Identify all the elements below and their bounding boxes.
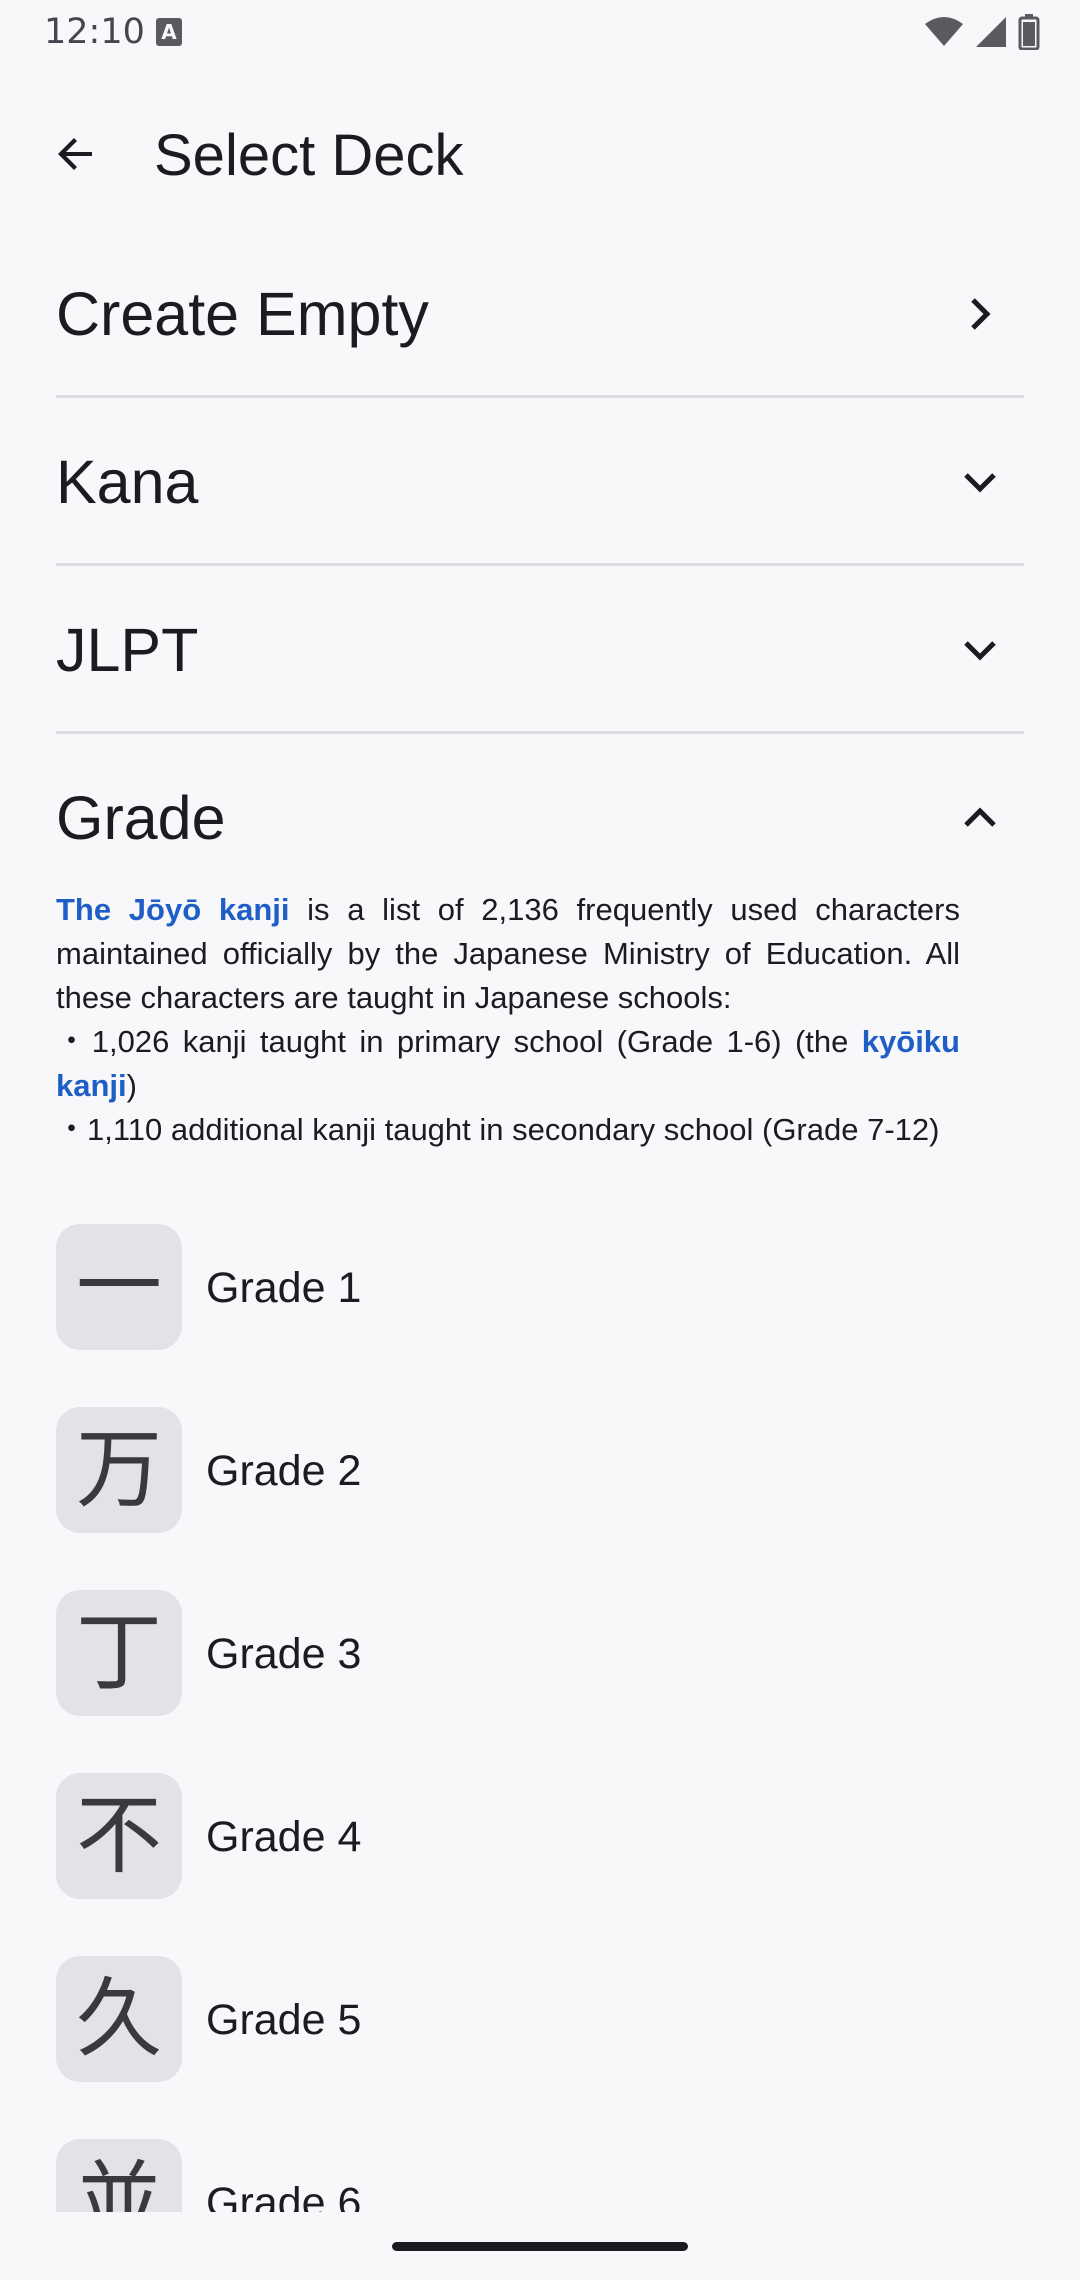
grade-label: Grade 4	[206, 1813, 362, 1861]
section-create-empty[interactable]: Create Empty	[56, 230, 1024, 398]
section-grade[interactable]: Grade	[56, 734, 1024, 884]
gesture-navigation-bar[interactable]	[392, 2242, 688, 2251]
arrow-left-icon	[52, 130, 100, 182]
section-header-create-empty[interactable]: Create Empty	[56, 230, 1024, 398]
grade-kanji-tile: 万	[56, 1407, 182, 1533]
battery-icon	[1018, 14, 1040, 50]
section-title: Create Empty	[56, 280, 429, 348]
chevron-up-icon	[956, 794, 1004, 842]
grade-label: Grade 5	[206, 1996, 362, 2044]
grade-kanji-tile: 久	[56, 1956, 182, 2082]
section-title: Grade	[56, 784, 226, 852]
grade-item-3[interactable]: 丁 Grade 3	[56, 1590, 1024, 1773]
grade-label: Grade 2	[206, 1447, 362, 1495]
section-jlpt[interactable]: JLPT	[56, 566, 1024, 734]
status-icons	[924, 14, 1040, 50]
grade-kanji-tile: 一	[56, 1224, 182, 1350]
chevron-down-icon	[956, 458, 1004, 506]
notification-a-icon: A	[156, 18, 182, 46]
grade-list: 一 Grade 1 万 Grade 2 丁 Grade 3 不 Grade 4 …	[56, 1224, 1024, 2212]
description-bullet-2: ・1,110 additional kanji taught in second…	[56, 1112, 940, 1147]
bullet-1-suffix: )	[126, 1068, 137, 1103]
joyo-kanji-link[interactable]: The Jōyō kanji	[56, 892, 289, 927]
grade-item-4[interactable]: 不 Grade 4	[56, 1773, 1024, 1956]
wifi-icon	[924, 16, 964, 48]
section-header-grade[interactable]: Grade	[56, 734, 1024, 884]
grade-item-1[interactable]: 一 Grade 1	[56, 1224, 1024, 1407]
grade-item-6[interactable]: 並 Grade 6	[56, 2139, 1024, 2212]
description-bullet-1: ・1,026 kanji taught in primary school (G…	[56, 1020, 960, 1108]
bullet-1-text: ・1,026 kanji taught in primary school (G…	[56, 1024, 862, 1059]
chevron-down-icon	[956, 626, 1004, 674]
grade-label: Grade 1	[206, 1264, 362, 1312]
section-title: Kana	[56, 448, 199, 516]
page-title: Select Deck	[154, 123, 464, 188]
grade-item-5[interactable]: 久 Grade 5	[56, 1956, 1024, 2139]
screen: 12:10 A Select Deck Create Empty Kana JL…	[0, 0, 1080, 2280]
grade-label: Grade 3	[206, 1630, 362, 1678]
grade-item-2[interactable]: 万 Grade 2	[56, 1407, 1024, 1590]
section-kana[interactable]: Kana	[56, 398, 1024, 566]
status-time: 12:10	[44, 12, 145, 52]
grade-kanji-tile: 不	[56, 1773, 182, 1899]
section-header-jlpt[interactable]: JLPT	[56, 566, 1024, 734]
back-button[interactable]	[40, 120, 112, 192]
grade-kanji-tile: 丁	[56, 1590, 182, 1716]
status-bar: 12:10 A	[0, 0, 1080, 64]
grade-description: The Jōyō kanji is a list of 2,136 freque…	[56, 888, 960, 1152]
grade-kanji-tile: 並	[56, 2139, 182, 2212]
grade-label: Grade 6	[206, 2179, 362, 2212]
section-header-kana[interactable]: Kana	[56, 398, 1024, 566]
description-paragraph: The Jōyō kanji is a list of 2,136 freque…	[56, 888, 960, 1020]
chevron-right-icon	[956, 290, 1004, 338]
top-app-bar: Select Deck	[0, 100, 1080, 210]
section-title: JLPT	[56, 616, 199, 684]
cellular-signal-icon	[974, 15, 1008, 49]
